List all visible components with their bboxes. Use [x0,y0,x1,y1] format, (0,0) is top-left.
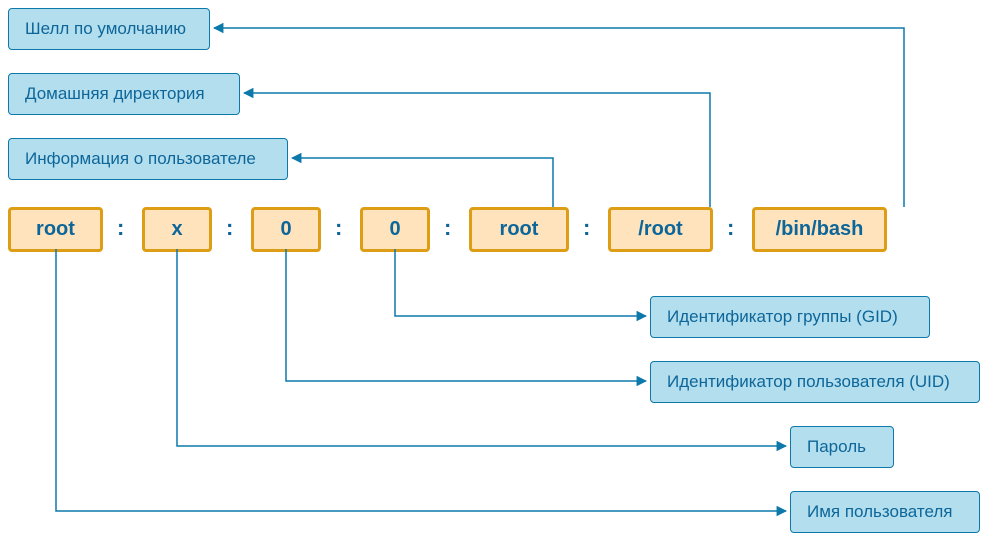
separator: : [727,215,734,241]
separator: : [117,215,124,241]
separator: : [335,215,342,241]
label-homedir: Домашняя директория [8,73,240,115]
field-uid: 0 [251,207,321,252]
label-gid: Идентификатор группы (GID) [650,296,930,338]
field-password: x [142,207,212,252]
separator: : [444,215,451,241]
field-username: root [8,207,103,252]
label-password: Пароль [790,426,894,468]
separator: : [226,215,233,241]
field-shell: /bin/bash [752,207,887,252]
field-info: root [469,207,569,252]
field-home: /root [608,207,713,252]
separator: : [583,215,590,241]
label-username: Имя пользователя [790,491,980,533]
label-userinfo: Информация о пользователе [8,138,288,180]
label-uid: Идентификатор пользователя (UID) [650,361,980,403]
label-shell: Шелл по умолчанию [8,8,210,50]
field-gid: 0 [360,207,430,252]
